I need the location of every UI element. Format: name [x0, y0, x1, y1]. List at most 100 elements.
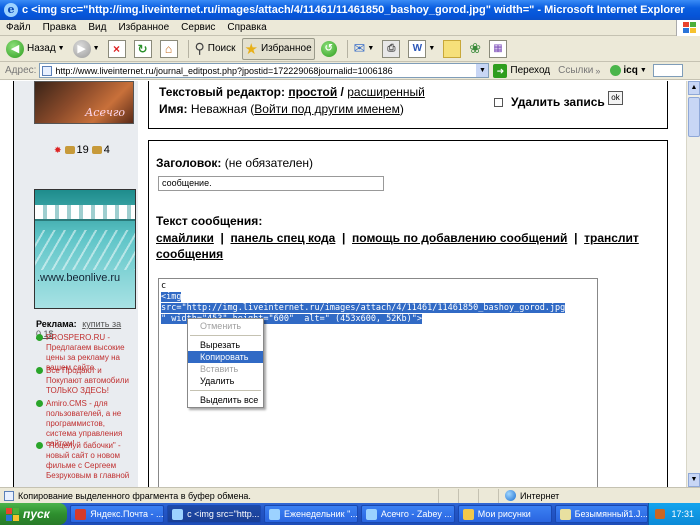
context-select-all[interactable]: Выделить все	[188, 394, 263, 406]
ok-button[interactable]: ok	[608, 91, 623, 105]
menu-favorites[interactable]: Избранное	[118, 22, 169, 33]
context-paste[interactable]: Вставить	[188, 363, 263, 375]
rating-value-a: 19	[76, 144, 89, 156]
history-button[interactable]: ↺	[319, 38, 339, 60]
internet-explorer-icon: e	[4, 3, 18, 17]
address-url: http://www.liveinternet.ru/journal_editp…	[55, 65, 393, 76]
research-icon: ▦	[489, 39, 507, 58]
ad-item[interactable]: Все Продают и Покупают автомобили ТОЛЬКО…	[36, 366, 130, 396]
windows-flag-icon	[6, 507, 19, 521]
address-input[interactable]: http://www.liveinternet.ru/journal_editp…	[39, 63, 490, 78]
smileys-link[interactable]: смайлики	[156, 231, 214, 245]
editor-links-row: смайлики | панель спец кода | помощь по …	[156, 231, 639, 261]
main-panel: Текстовый редактор: простой / расширенны…	[148, 81, 668, 487]
bullet-icon	[36, 400, 43, 407]
context-copy[interactable]: Копировать	[188, 351, 263, 363]
context-undo[interactable]: Отменить	[188, 320, 263, 332]
banner-text: .www.beonlive.ru	[37, 272, 121, 284]
title-field-label: Заголовок: (не обязателен)	[156, 156, 314, 170]
special-code-panel-link[interactable]: панель спец кода	[231, 231, 336, 245]
start-button[interactable]: пуск	[0, 503, 68, 525]
address-label: Адрес:	[5, 65, 37, 76]
messenger-button[interactable]: ❀	[467, 38, 483, 60]
discuss-button[interactable]	[441, 38, 463, 60]
stop-button[interactable]: ×	[106, 38, 128, 60]
status-bar: Копирование выделенного фрагмента в буфе…	[0, 487, 700, 503]
icq-label: icq	[623, 65, 638, 76]
messages-link[interactable]: сообщения	[156, 247, 223, 261]
favorites-button[interactable]: ★ Избранное	[241, 37, 315, 60]
back-label: Назад	[27, 43, 56, 54]
ad-item[interactable]: "Поцелуй бабочки" - новый сайт о новом ф…	[36, 441, 130, 487]
zone-label: Интернет	[520, 490, 560, 501]
scroll-up-icon[interactable]: ▲	[688, 81, 700, 95]
chevron-down-icon: ▼	[428, 45, 436, 52]
scroll-down-icon[interactable]: ▼	[688, 473, 700, 487]
menu-edit[interactable]: Правка	[43, 22, 77, 33]
context-delete[interactable]: Удалить	[188, 375, 263, 387]
name-label: Имя	[159, 102, 184, 116]
windows-logo-icon	[676, 20, 700, 36]
menu-file[interactable]: Файл	[6, 22, 31, 33]
icq-search-input[interactable]	[652, 64, 683, 77]
icq-toolbar-button[interactable]: icq ▼	[610, 65, 647, 76]
links-button[interactable]: Ссылки	[558, 65, 593, 76]
chevron-right-icon[interactable]: »	[595, 66, 600, 76]
taskbar-item[interactable]: Асечго - Zabey ...	[360, 505, 455, 523]
forward-button[interactable]: ▶ ▼	[71, 38, 102, 60]
avatar[interactable]: Асечго	[34, 81, 134, 124]
status-cell	[478, 488, 498, 503]
globe-icon	[505, 490, 516, 501]
login-other-link[interactable]: Войти под другим именем	[254, 102, 400, 116]
beonlive-banner[interactable]: .www.beonlive.ru	[34, 189, 136, 309]
menu-tools[interactable]: Сервис	[181, 22, 215, 33]
taskbar-item[interactable]: Безымянный1.J...	[554, 505, 649, 523]
status-cell	[458, 488, 478, 503]
go-label: Переход	[510, 65, 551, 76]
window-title: c <img src="http://img.liveinternet.ru/i…	[22, 4, 685, 16]
print-button[interactable]: ⎙	[380, 38, 402, 60]
tray-app-icon[interactable]	[655, 509, 666, 519]
delete-post-checkbox[interactable]	[494, 97, 503, 107]
editor-advanced-link[interactable]: расширенный	[347, 85, 425, 99]
window-title-bar[interactable]: e c <img src="http://img.liveinternet.ru…	[0, 0, 700, 20]
taskbar: пуск Яндекс.Почта - ... с <img src="http…	[0, 503, 700, 525]
security-zone: Интернет	[505, 490, 559, 501]
context-separator	[190, 390, 261, 391]
title-input[interactable]: сообщение.	[158, 176, 384, 191]
taskbar-item[interactable]: Еженедельник "...	[263, 505, 358, 523]
search-icon: ⚲	[194, 40, 205, 56]
scrollbar-thumb[interactable]	[688, 97, 700, 137]
mail-button[interactable]: ✉ ▼	[352, 38, 377, 60]
back-button[interactable]: ◀ Назад ▼	[4, 38, 67, 60]
edit-button[interactable]: W ▼	[406, 38, 437, 60]
ad-text: Все Продают и Покупают автомобили ТОЛЬКО…	[46, 366, 129, 395]
translit-link[interactable]: транслит	[584, 231, 639, 245]
vertical-scrollbar[interactable]: ▲ ▼	[686, 81, 700, 487]
search-button[interactable]: ⚲ Поиск	[193, 38, 238, 60]
sidebar: Асечго ✸ 19 4 .www.beonlive.ru Реклама: …	[14, 81, 138, 487]
chevron-down-icon[interactable]: ▼	[476, 64, 489, 77]
forward-arrow-icon: ▶	[72, 39, 91, 58]
banner-rain	[35, 230, 135, 270]
address-bar: Адрес: http://www.liveinternet.ru/journa…	[0, 62, 700, 80]
go-button[interactable]: ➜ Переход	[493, 63, 551, 78]
delete-post-option[interactable]: Удалить запись	[494, 95, 605, 109]
word-icon: W	[408, 39, 427, 58]
toolbar-separator	[346, 39, 348, 58]
chevron-down-icon: ▼	[367, 45, 375, 52]
refresh-button[interactable]: ↻	[132, 38, 154, 60]
taskbar-item-active[interactable]: с <img src="http...	[167, 505, 261, 523]
post-form: Заголовок: (не обязателен) сообщение. Те…	[148, 140, 668, 487]
taskbar-item[interactable]: Мои рисунки	[457, 505, 552, 523]
editor-simple-link[interactable]: простой	[288, 85, 337, 99]
help-link[interactable]: помощь по добавлению сообщений	[352, 231, 567, 245]
clock[interactable]: 17:31	[671, 509, 694, 519]
name-value: Неважная	[190, 102, 247, 116]
menu-help[interactable]: Справка	[227, 22, 266, 33]
home-button[interactable]: ⌂	[158, 38, 180, 60]
context-cut[interactable]: Вырезать	[188, 339, 263, 351]
taskbar-item[interactable]: Яндекс.Почта - ...	[70, 505, 165, 523]
research-button[interactable]: ▦	[487, 38, 509, 60]
menu-view[interactable]: Вид	[88, 22, 106, 33]
